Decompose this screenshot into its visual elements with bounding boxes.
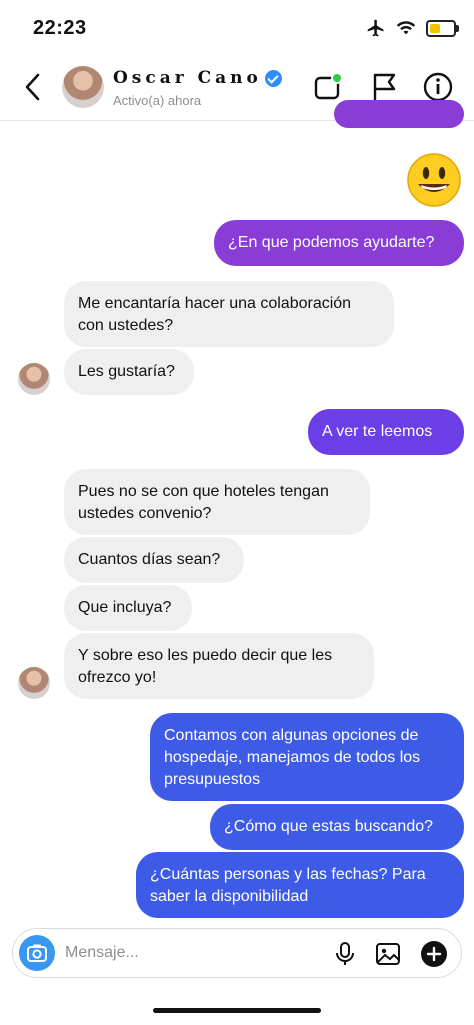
status-bar: 22:23 xyxy=(0,0,474,56)
message-bubble-incoming[interactable]: Me encantaría hacer una colaboración con… xyxy=(64,281,394,347)
message-composer: Mensaje... xyxy=(12,928,462,978)
battery-icon xyxy=(426,19,459,37)
smiley-emoji-icon xyxy=(407,153,461,207)
message-input[interactable]: Mensaje... xyxy=(65,944,139,962)
message-bubble-incoming[interactable]: Y sobre eso les puedo decir que les ofre… xyxy=(64,633,374,699)
message-bubble-outgoing[interactable]: ¿En que podemos ayudarte? xyxy=(214,220,464,266)
message-bubble-partial xyxy=(334,100,464,128)
contact-name[interactable]: Oscar Cano xyxy=(113,68,282,88)
activity-status: Activo(a) ahora xyxy=(113,93,202,108)
back-icon[interactable] xyxy=(18,70,48,104)
message-bubble-incoming[interactable]: Pues no se con que hoteles tengan ustede… xyxy=(64,469,370,535)
message-bubble-outgoing[interactable]: ¿Cómo que estas buscando? xyxy=(210,804,464,850)
message-bubble-outgoing[interactable]: Contamos con algunas opciones de hospeda… xyxy=(150,713,464,801)
clock: 22:23 xyxy=(33,17,87,39)
message-bubble-outgoing[interactable]: A ver te leemos xyxy=(308,409,464,455)
message-bubble-incoming[interactable]: Les gustaría? xyxy=(64,349,194,395)
message-bubble-incoming[interactable]: Cuantos días sean? xyxy=(64,537,244,583)
info-icon[interactable] xyxy=(422,71,454,103)
contact-message-avatar[interactable] xyxy=(18,667,50,699)
home-indicator xyxy=(153,1008,321,1013)
flag-icon[interactable] xyxy=(368,71,400,103)
camera-icon[interactable] xyxy=(19,935,55,971)
contact-message-avatar[interactable] xyxy=(18,363,50,395)
microphone-icon[interactable] xyxy=(331,940,359,968)
video-call-icon[interactable] xyxy=(312,71,344,103)
add-icon[interactable] xyxy=(420,940,448,968)
gallery-icon[interactable] xyxy=(374,940,402,968)
contact-avatar[interactable] xyxy=(62,66,104,108)
wifi-icon xyxy=(396,21,416,35)
message-bubble-outgoing[interactable]: ¿Cuántas personas y las fechas? Para sab… xyxy=(136,852,464,918)
airplane-icon xyxy=(367,19,384,37)
message-bubble-incoming[interactable]: Que incluya? xyxy=(64,585,192,631)
verified-badge-icon xyxy=(264,69,282,87)
